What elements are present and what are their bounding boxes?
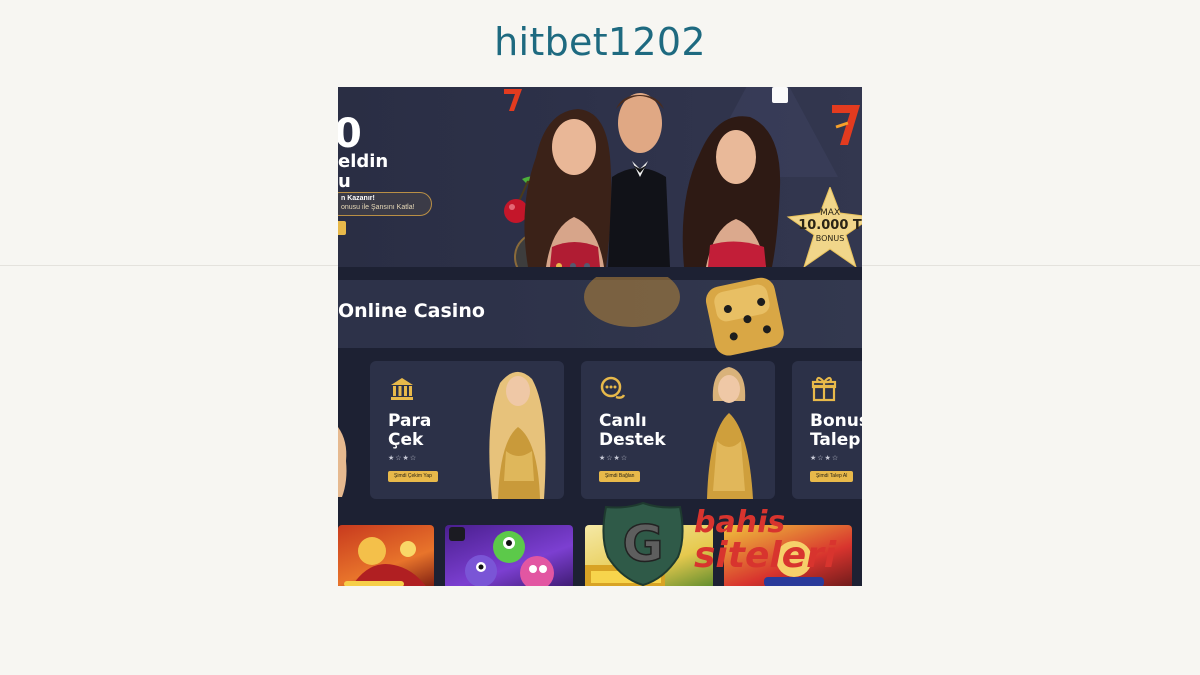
watermark-text-2: siteleri bbox=[694, 535, 837, 576]
hero-cta-button[interactable] bbox=[338, 221, 346, 235]
card-rating: ★☆★☆ bbox=[810, 455, 840, 462]
chat-bubbles-icon bbox=[600, 376, 626, 399]
hero-pill-line2: onusu ile Şansını Katla! bbox=[341, 204, 415, 211]
hero-models-image bbox=[524, 87, 788, 267]
watermark-letter: G bbox=[622, 515, 663, 573]
card-rating: ★☆★☆ bbox=[388, 455, 418, 462]
hero-subheadline-2: u bbox=[338, 171, 351, 192]
bonus-label: BONUS bbox=[815, 234, 845, 243]
slider-dots bbox=[556, 256, 598, 267]
card-rating: ★☆★☆ bbox=[599, 455, 629, 462]
game-artwork-image bbox=[449, 527, 554, 586]
slider-dot[interactable] bbox=[584, 263, 590, 267]
hero-pill-line1: n Kazanır! bbox=[341, 195, 375, 202]
gift-icon bbox=[811, 376, 837, 402]
card-para-cek[interactable]: Para Çek ★☆★☆ Şimdi Çekim Yap bbox=[370, 361, 564, 499]
max-bonus-badge: MAX 10.000 T BONUS bbox=[786, 187, 862, 267]
hero-banner[interactable]: 0 eldin u n Kazanır! onusu ile Şansını K… bbox=[338, 87, 862, 267]
hero-subheadline: eldin bbox=[338, 151, 389, 172]
hero-promo-pill: n Kazanır! onusu ile Şansını Katla! bbox=[338, 192, 432, 216]
claim-bonus-button[interactable]: Şimdi Talep Al bbox=[810, 471, 854, 482]
watermark-logo-icon: G bbox=[602, 501, 684, 586]
slider-dot[interactable] bbox=[556, 263, 562, 267]
bonus-max-label: MAX bbox=[819, 208, 841, 218]
card-title-line2: Talep bbox=[810, 430, 861, 450]
withdraw-now-button[interactable]: Şimdi Çekim Yap bbox=[388, 471, 438, 482]
card-title-line1: Canlı bbox=[599, 411, 647, 431]
bank-icon bbox=[391, 378, 413, 400]
slider-dot[interactable] bbox=[570, 263, 576, 267]
model-gold-dress-image bbox=[489, 371, 546, 499]
card-title-line2: Çek bbox=[388, 430, 424, 450]
casino-screenshot: 0 eldin u n Kazanır! onusu ile Şansını K… bbox=[338, 87, 862, 586]
game-tile[interactable] bbox=[338, 525, 434, 586]
card-title-line1: Bonus bbox=[810, 411, 862, 431]
connect-now-button[interactable]: Şimdi Bağlan bbox=[599, 471, 641, 482]
card-bonus-talep[interactable]: Bonus Talep ★☆★☆ Şimdi Talep Al bbox=[792, 361, 862, 499]
page-title: hitbet1202 bbox=[494, 20, 706, 64]
lucky-seven-icon-2 bbox=[832, 105, 860, 145]
online-casino-title: Online Casino bbox=[338, 300, 485, 322]
model-partial-image bbox=[338, 427, 347, 497]
game-artwork-image bbox=[344, 537, 426, 586]
card-canli-destek[interactable]: Canlı Destek ★☆★☆ Şimdi Bağlan bbox=[581, 361, 775, 499]
bonus-amount: 10.000 T bbox=[798, 218, 862, 233]
model-gold-dress-image-2 bbox=[707, 367, 753, 499]
game-tile[interactable] bbox=[445, 525, 573, 586]
card-title-line2: Destek bbox=[599, 430, 666, 450]
gold-dice-image bbox=[584, 277, 784, 356]
card-title-line1: Para bbox=[388, 411, 432, 431]
